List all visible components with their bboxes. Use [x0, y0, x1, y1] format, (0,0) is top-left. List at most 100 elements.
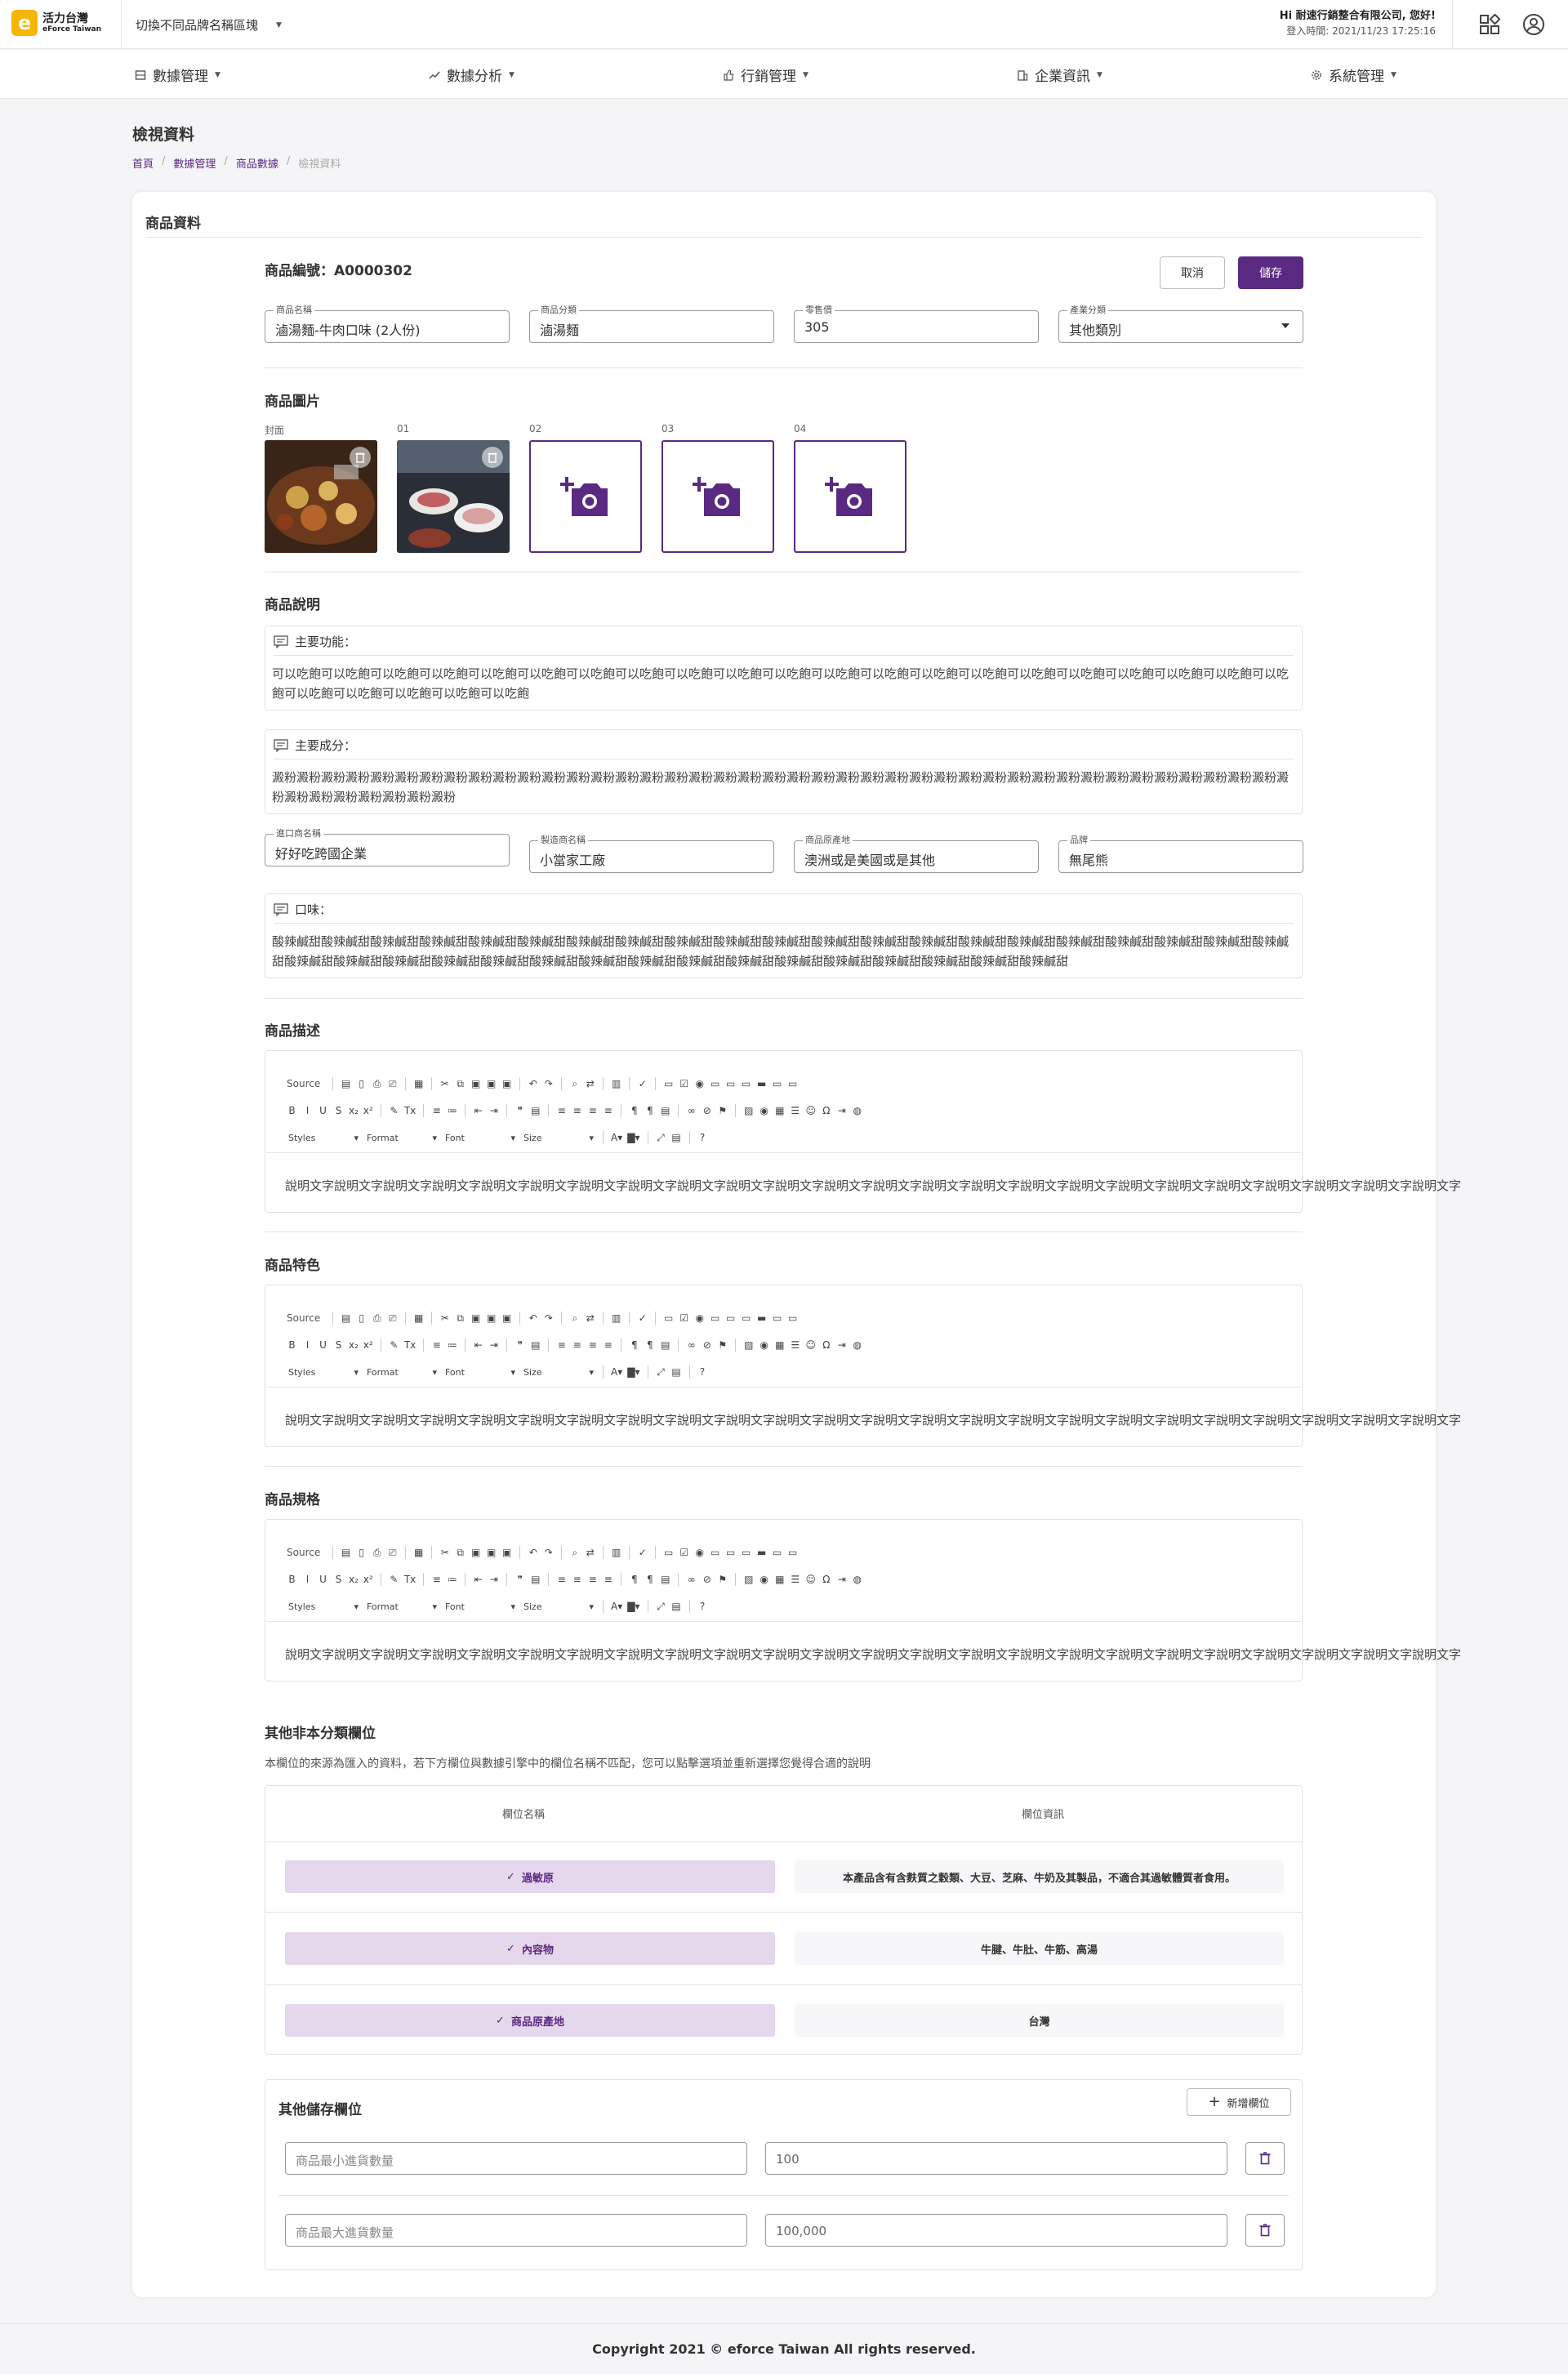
form-icon[interactable]: ▭	[663, 1312, 674, 1324]
size-dropdown[interactable]: Size ▾	[522, 1601, 595, 1612]
bulleted-list-icon[interactable]: ≔	[447, 1105, 457, 1116]
styles-dropdown[interactable]: Styles ▾	[287, 1367, 360, 1378]
numbered-list-icon[interactable]: ≡	[431, 1339, 442, 1351]
preview-icon[interactable]: ⎙	[372, 1078, 382, 1089]
subscript-icon[interactable]: x₂	[349, 1105, 359, 1116]
link-icon[interactable]: ∞	[686, 1105, 697, 1116]
cut-icon[interactable]: ✂	[439, 1547, 450, 1558]
rtl-icon[interactable]: ¶	[644, 1339, 655, 1351]
subscript-icon[interactable]: x₂	[349, 1574, 359, 1585]
special-char-icon[interactable]: Ω	[821, 1339, 831, 1351]
horizontal-line-icon[interactable]: ☰	[790, 1574, 800, 1585]
bold-icon[interactable]: B	[287, 1574, 297, 1585]
paste-text-icon[interactable]: ▣	[486, 1312, 497, 1324]
find-icon[interactable]: ⌕	[569, 1312, 580, 1324]
styles-dropdown[interactable]: Styles ▾	[287, 1133, 360, 1143]
spellcheck-icon[interactable]: ✓	[637, 1078, 648, 1089]
radio-icon[interactable]: ◉	[694, 1078, 705, 1089]
app-logo[interactable]: e 活力台灣 eForce Taiwan	[11, 10, 101, 36]
text-color-icon[interactable]: A▾	[611, 1132, 622, 1143]
mapping-key-button[interactable]: ✓ 商品原產地	[285, 2004, 775, 2037]
italic-icon[interactable]: I	[302, 1574, 313, 1585]
smiley-icon[interactable]: ☺	[805, 1574, 817, 1585]
editor-content[interactable]: 說明文字說明文字說明文字說明文字說明文字說明文字說明文字說明文字說明文字說明文字…	[285, 1646, 1461, 1663]
delete-field-button[interactable]	[1245, 2142, 1285, 2175]
undo-icon[interactable]: ↶	[528, 1547, 538, 1558]
textfield-icon[interactable]: ▭	[710, 1547, 720, 1558]
horizontal-line-icon[interactable]: ☰	[790, 1339, 800, 1351]
textarea-icon[interactable]: ▭	[725, 1312, 736, 1324]
industry-category-select[interactable]: 產業分類 其他類別	[1058, 305, 1303, 343]
textarea-icon[interactable]: ▭	[725, 1078, 736, 1089]
rtl-icon[interactable]: ¶	[644, 1574, 655, 1585]
text-color-icon[interactable]: A▾	[611, 1366, 622, 1378]
align-right-icon[interactable]: ≡	[587, 1574, 598, 1585]
strike-icon[interactable]: S	[333, 1574, 344, 1585]
flash-icon[interactable]: ◉	[759, 1105, 769, 1116]
textfield-icon[interactable]: ▭	[710, 1312, 720, 1324]
copy-format-icon[interactable]: ✎	[389, 1339, 399, 1351]
italic-icon[interactable]: I	[302, 1339, 313, 1351]
indent-icon[interactable]: ⇥	[488, 1105, 499, 1116]
image-icon[interactable]: ▨	[743, 1105, 754, 1116]
nav-data-analysis[interactable]: 數據分析 ▼	[429, 65, 514, 85]
align-left-icon[interactable]: ≡	[556, 1105, 567, 1116]
language-icon[interactable]: ▤	[660, 1339, 670, 1351]
source-button[interactable]: Source	[287, 1312, 320, 1324]
save-icon[interactable]: ▤	[341, 1547, 351, 1558]
templates-icon[interactable]: ▦	[413, 1312, 424, 1324]
select-all-icon[interactable]: ▥	[611, 1547, 621, 1558]
align-center-icon[interactable]: ≡	[572, 1574, 582, 1585]
copy-icon[interactable]: ⧉	[455, 1078, 466, 1089]
image-upload-slot-04[interactable]	[794, 440, 906, 553]
size-dropdown[interactable]: Size ▾	[522, 1367, 595, 1378]
cancel-button[interactable]: 取消	[1160, 256, 1225, 289]
remove-format-icon[interactable]: Tx	[404, 1105, 416, 1116]
superscript-icon[interactable]: x²	[363, 1339, 373, 1351]
paste-icon[interactable]: ▣	[470, 1078, 481, 1089]
mapping-key-button[interactable]: ✓ 過敏原	[285, 1860, 775, 1893]
outdent-icon[interactable]: ⇤	[473, 1105, 483, 1116]
cut-icon[interactable]: ✂	[439, 1312, 450, 1324]
horizontal-line-icon[interactable]: ☰	[790, 1105, 800, 1116]
copy-format-icon[interactable]: ✎	[389, 1574, 399, 1585]
new-page-icon[interactable]: ▯	[356, 1078, 367, 1089]
styles-dropdown[interactable]: Styles ▾	[287, 1601, 360, 1612]
blockquote-icon[interactable]: ❞	[514, 1574, 525, 1585]
align-right-icon[interactable]: ≡	[587, 1339, 598, 1351]
origin-field[interactable]: 商品原產地 澳洲或是美國或是其他	[794, 835, 1039, 873]
image-01[interactable]	[397, 440, 510, 553]
textfield-icon[interactable]: ▭	[710, 1078, 720, 1089]
underline-icon[interactable]: U	[318, 1105, 328, 1116]
redo-icon[interactable]: ↷	[543, 1078, 554, 1089]
blockquote-icon[interactable]: ❞	[514, 1339, 525, 1351]
subscript-icon[interactable]: x₂	[349, 1339, 359, 1351]
rich-text-editor[interactable]: Source ▤ ▯ ⎙ ⎚ ▦ ✂ ⧉ ▣ ▣ ▣ ↶ ↷ ⌕ ⇄ ▥ ✓ ▭ ☑ ◉ ▭ ▭ ▭ ▬ ▭ ▭ B I U Sx₂ x² ✎…	[265, 1519, 1461, 1681]
undo-icon[interactable]: ↶	[528, 1078, 538, 1089]
save-icon[interactable]: ▤	[341, 1312, 351, 1324]
copy-format-icon[interactable]: ✎	[389, 1105, 399, 1116]
field-value-input[interactable]: 100,000	[765, 2214, 1227, 2247]
checkbox-icon[interactable]: ☑	[679, 1547, 689, 1558]
breadcrumb-home[interactable]: 首頁	[132, 155, 154, 171]
checkbox-icon[interactable]: ☑	[679, 1312, 689, 1324]
italic-icon[interactable]: I	[302, 1105, 313, 1116]
table-icon[interactable]: ▦	[774, 1339, 785, 1351]
underline-icon[interactable]: U	[318, 1339, 328, 1351]
ltr-icon[interactable]: ¶	[629, 1574, 639, 1585]
editor-content[interactable]: 說明文字說明文字說明文字說明文字說明文字說明文字說明文字說明文字說明文字說明文字…	[285, 1177, 1461, 1194]
print-icon[interactable]: ⎚	[387, 1547, 398, 1558]
spellcheck-icon[interactable]: ✓	[637, 1547, 648, 1558]
help-icon[interactable]: ?	[697, 1132, 708, 1143]
paste-word-icon[interactable]: ▣	[501, 1312, 512, 1324]
align-center-icon[interactable]: ≡	[572, 1339, 582, 1351]
format-dropdown[interactable]: Format ▾	[365, 1367, 439, 1378]
image-upload-slot-03[interactable]	[662, 440, 774, 553]
ltr-icon[interactable]: ¶	[629, 1339, 639, 1351]
align-left-icon[interactable]: ≡	[556, 1339, 567, 1351]
field-key-input[interactable]: 商品最小進貨數量	[285, 2142, 747, 2175]
ingredients-note[interactable]: 主要成分： 澱粉澱粉澱粉澱粉澱粉澱粉澱粉澱粉澱粉澱粉澱粉澱粉澱粉澱粉澱粉澱粉澱粉…	[265, 729, 1303, 814]
rtl-icon[interactable]: ¶	[644, 1105, 655, 1116]
maximize-icon[interactable]: ⤢	[656, 1366, 666, 1378]
preview-icon[interactable]: ⎙	[372, 1312, 382, 1324]
